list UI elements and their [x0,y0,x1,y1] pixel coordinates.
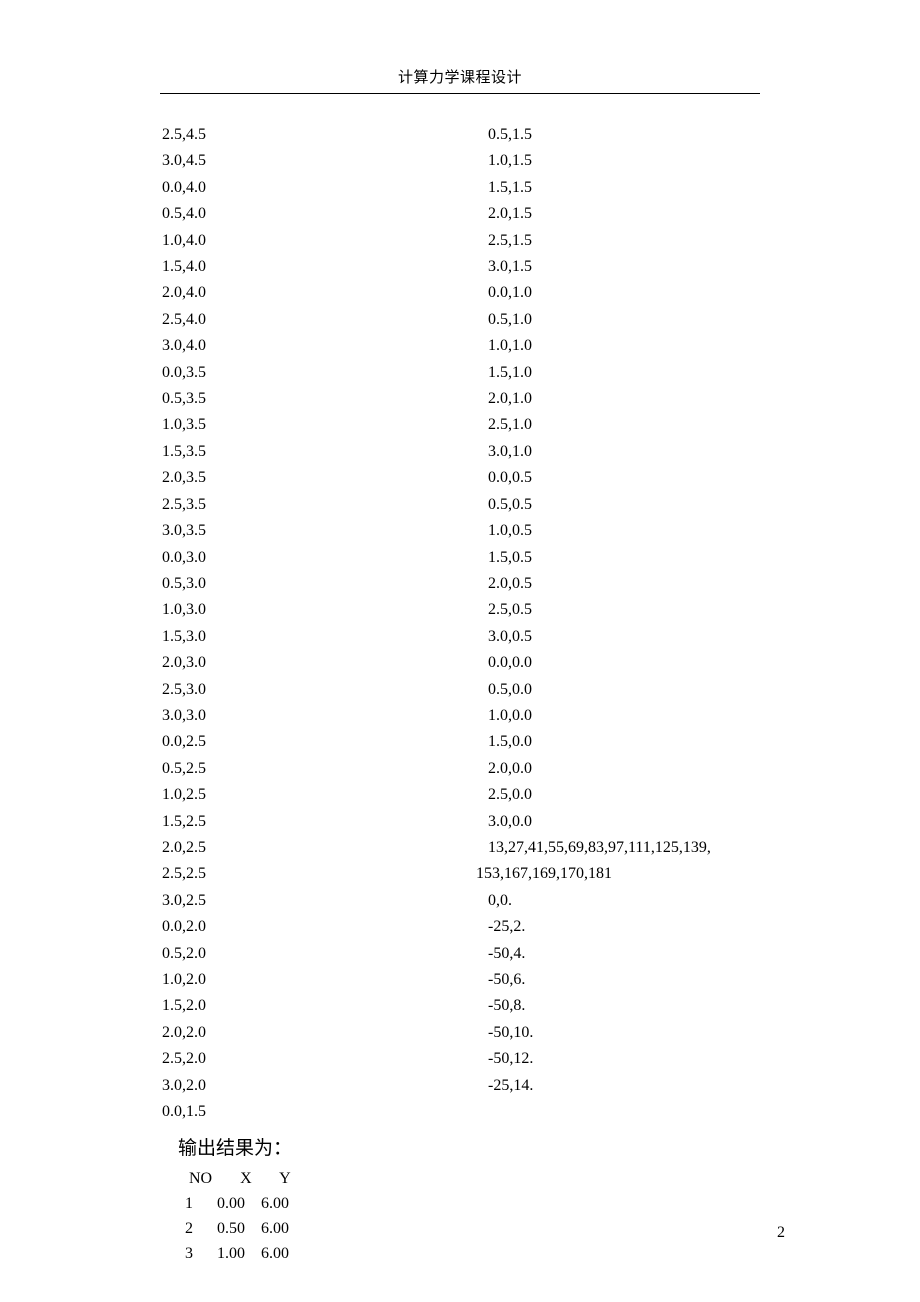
left-column-line: 1.0,3.5 [162,412,472,438]
left-column-line: 2.5,2.5 [162,861,472,887]
right-column-tail-line: -50,8. [476,993,856,1019]
left-column-line: 1.5,2.5 [162,809,472,835]
right-column-line: 3.0,1.5 [476,254,856,280]
left-column-line: 0.0,1.5 [162,1099,472,1125]
right-column-tail-line: -50,10. [476,1020,856,1046]
right-column-line: 0.5,1.5 [476,122,856,148]
right-column-line: 1.5,0.0 [476,729,856,755]
left-column-line: 2.5,4.5 [162,122,472,148]
left-column-line: 0.5,2.0 [162,941,472,967]
two-column-region: 2.5,4.53.0,4.50.0,4.00.5,4.01.0,4.01.5,4… [0,122,920,1125]
right-column-line: 3.0,1.0 [476,439,856,465]
left-column-line: 2.0,2.0 [162,1020,472,1046]
page-header-title: 计算力学课程设计 [0,0,920,87]
right-column-tail-line: -50,4. [476,941,856,967]
left-column-line: 3.0,3.5 [162,518,472,544]
right-column-line: 2.0,1.5 [476,201,856,227]
right-column-line: 1.5,1.0 [476,360,856,386]
left-column-line: 2.0,3.0 [162,650,472,676]
right-column-index-line-1: 13,27,41,55,69,83,97,111,125,139, [476,835,856,861]
right-column-line: 2.0,0.5 [476,571,856,597]
right-column-line: 1.5,1.5 [476,175,856,201]
left-column-line: 0.0,3.0 [162,545,472,571]
right-column-tail-line: -25,14. [476,1073,856,1099]
right-column-line: 2.5,0.0 [476,782,856,808]
left-column-line: 1.0,4.0 [162,228,472,254]
right-column-line: 2.5,0.5 [476,597,856,623]
output-table-header: NO X Y [165,1166,920,1191]
right-column-tail-line: 0,0. [476,888,856,914]
right-column-line: 2.5,1.5 [476,228,856,254]
right-column-line: 1.0,1.5 [476,148,856,174]
output-table-row: 3 1.00 6.00 [165,1241,920,1266]
right-column-line: 0.0,1.0 [476,280,856,306]
left-column-line: 3.0,4.0 [162,333,472,359]
left-column-line: 3.0,2.5 [162,888,472,914]
left-column-line: 2.5,3.0 [162,677,472,703]
document-page: 计算力学课程设计 2.5,4.53.0,4.50.0,4.00.5,4.01.0… [0,0,920,1302]
right-column-line: 0.0,0.5 [476,465,856,491]
left-column-line: 0.5,4.0 [162,201,472,227]
right-column-line: 1.5,0.5 [476,545,856,571]
left-column-line: 0.0,2.0 [162,914,472,940]
left-column-line: 1.0,2.5 [162,782,472,808]
right-column-tail-line: -25,2. [476,914,856,940]
page-number: 2 [777,1224,785,1242]
right-column-tail-line: -50,6. [476,967,856,993]
right-column-line: 0.5,0.5 [476,492,856,518]
left-column-line: 1.5,2.0 [162,993,472,1019]
left-column-line: 1.5,4.0 [162,254,472,280]
left-column-line: 1.5,3.0 [162,624,472,650]
left-column-line: 2.0,4.0 [162,280,472,306]
left-column-line: 2.0,2.5 [162,835,472,861]
left-column-line: 0.5,2.5 [162,756,472,782]
left-column: 2.5,4.53.0,4.50.0,4.00.5,4.01.0,4.01.5,4… [162,122,472,1125]
right-column: 0.5,1.5 1.0,1.5 1.5,1.5 2.0,1.5 2.5,1.5 … [476,122,856,1099]
right-column-line: 0.0,0.0 [476,650,856,676]
left-column-line: 2.5,4.0 [162,307,472,333]
left-column-line: 0.0,2.5 [162,729,472,755]
right-column-line: 3.0,0.0 [476,809,856,835]
left-column-line: 2.0,3.5 [162,465,472,491]
output-table: NO X Y 1 0.00 6.00 2 0.50 6.00 3 1.00 6.… [165,1166,920,1266]
right-column-line: 2.0,0.0 [476,756,856,782]
content-area: 2.5,4.53.0,4.50.0,4.00.5,4.01.0,4.01.5,4… [0,94,920,1266]
right-column-index-line-2: 153,167,169,170,181 [476,861,856,887]
left-column-line: 1.5,3.5 [162,439,472,465]
left-column-line: 3.0,4.5 [162,148,472,174]
left-column-line: 0.5,3.0 [162,571,472,597]
right-column-line: 0.5,0.0 [476,677,856,703]
output-heading: 输出结果为： [178,1133,920,1160]
output-table-row: 1 0.00 6.00 [165,1191,920,1216]
right-column-line: 1.0,0.0 [476,703,856,729]
left-column-line: 1.0,2.0 [162,967,472,993]
left-column-line: 0.5,3.5 [162,386,472,412]
left-column-line: 3.0,2.0 [162,1073,472,1099]
right-column-line: 3.0,0.5 [476,624,856,650]
right-column-tail-line: -50,12. [476,1046,856,1072]
left-column-line: 2.5,2.0 [162,1046,472,1072]
left-column-line: 3.0,3.0 [162,703,472,729]
left-column-line: 0.0,3.5 [162,360,472,386]
left-column-line: 1.0,3.0 [162,597,472,623]
output-table-row: 2 0.50 6.00 [165,1216,920,1241]
right-column-line: 2.5,1.0 [476,412,856,438]
right-column-line: 0.5,1.0 [476,307,856,333]
left-column-line: 0.0,4.0 [162,175,472,201]
right-column-line: 1.0,0.5 [476,518,856,544]
right-column-line: 1.0,1.0 [476,333,856,359]
right-column-line: 2.0,1.0 [476,386,856,412]
left-column-line: 2.5,3.5 [162,492,472,518]
